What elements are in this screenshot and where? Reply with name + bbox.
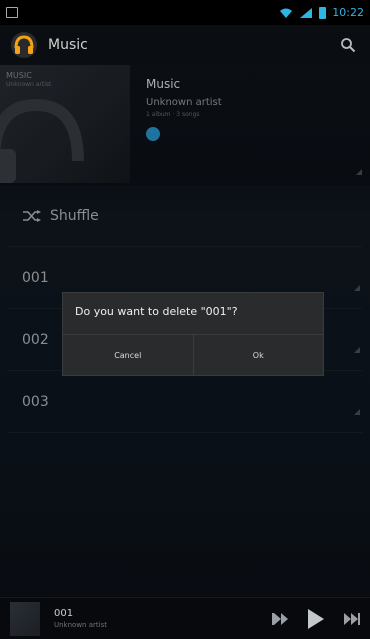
next-button[interactable] — [344, 612, 360, 625]
cancel-button[interactable]: Cancel — [63, 335, 193, 375]
battery-icon — [319, 6, 327, 19]
play-icon — [308, 608, 324, 629]
status-time: 10:22 — [332, 6, 364, 19]
next-icon — [344, 612, 360, 625]
status-bar: 10:22 — [0, 0, 370, 25]
wifi-icon — [280, 8, 293, 18]
now-playing-bar[interactable]: 001 Unknown artist — [0, 597, 370, 639]
signal-icon — [300, 7, 313, 18]
app-title: Music — [48, 37, 88, 53]
notification-icon — [6, 7, 18, 18]
now-playing-thumbnail — [10, 601, 40, 636]
now-playing-title: 001 — [54, 608, 74, 619]
playback-controls — [272, 608, 360, 629]
search-button[interactable] — [336, 33, 360, 57]
ok-button[interactable]: Ok — [192, 335, 324, 375]
now-playing-meta: 001 Unknown artist — [54, 608, 107, 629]
dialog-message: Do you want to delete "001"? — [75, 305, 238, 318]
dialog-buttons: Cancel Ok — [63, 334, 323, 375]
now-playing-artist: Unknown artist — [54, 621, 107, 629]
delete-confirm-dialog: Do you want to delete "001"? Cancel Ok — [62, 292, 324, 376]
headphones-app-icon[interactable] — [10, 31, 38, 59]
status-right: 10:22 — [279, 6, 364, 19]
action-bar: Music — [0, 25, 370, 65]
previous-icon — [272, 612, 288, 625]
previous-button[interactable] — [272, 612, 288, 625]
status-left — [6, 3, 18, 22]
search-icon — [341, 38, 356, 53]
play-button[interactable] — [308, 608, 324, 629]
